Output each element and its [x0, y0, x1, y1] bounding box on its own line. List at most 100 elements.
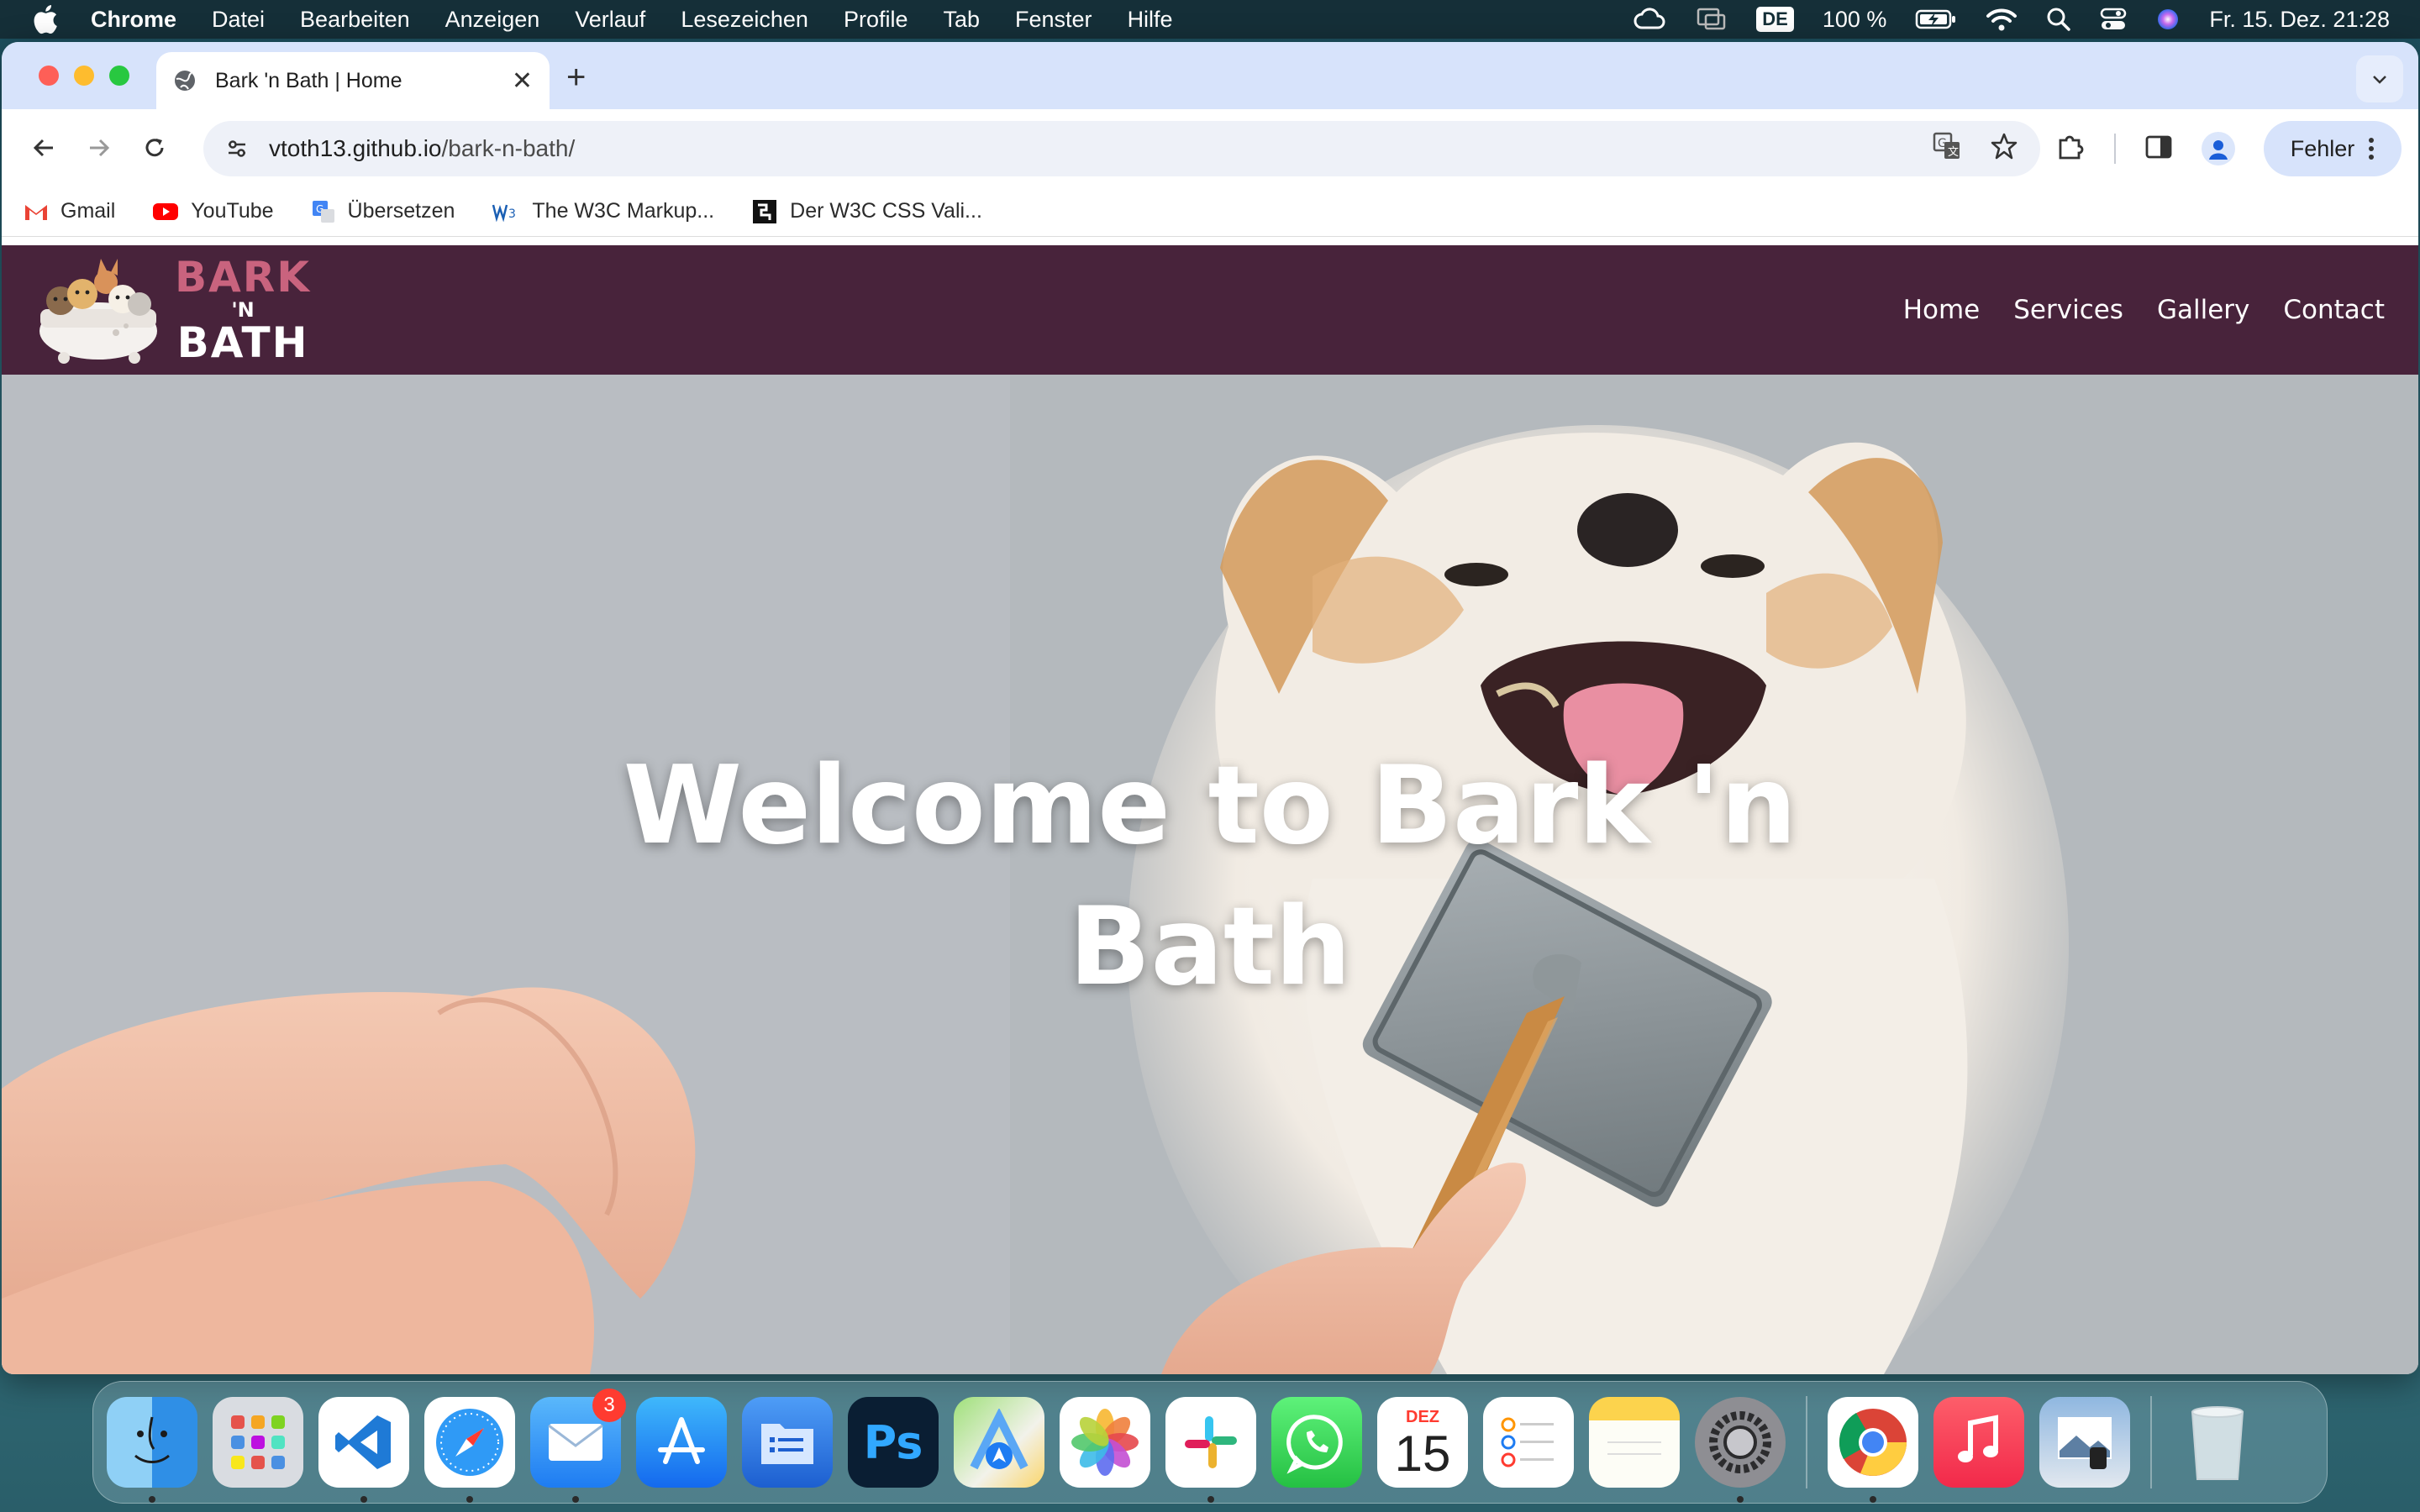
battery-icon[interactable]: [1915, 8, 1957, 30]
window-maximize-button[interactable]: [109, 66, 129, 86]
bookmark-translate[interactable]: G Übersetzen: [311, 199, 455, 224]
toolbar-divider: [2114, 134, 2116, 164]
menu-verlauf[interactable]: Verlauf: [575, 7, 645, 33]
nav-contact-link[interactable]: Contact: [2283, 295, 2385, 325]
app-store-icon[interactable]: [636, 1397, 727, 1488]
creative-cloud-icon[interactable]: [1632, 6, 1667, 33]
tab-strip: Bark 'n Bath | Home ✕ +: [2, 42, 2418, 109]
bookmark-label: Gmail: [60, 199, 116, 223]
mail-icon[interactable]: 3: [530, 1389, 626, 1503]
menu-app-name[interactable]: Chrome: [91, 7, 176, 33]
active-tab[interactable]: Bark 'n Bath | Home ✕: [156, 52, 550, 109]
running-indicator: [1207, 1496, 1214, 1503]
music-icon[interactable]: [1933, 1397, 2024, 1488]
menu-datei[interactable]: Datei: [212, 7, 265, 33]
menu-anzeigen[interactable]: Anzeigen: [445, 7, 540, 33]
bookmark-w3c-css[interactable]: Der W3C CSS Vali...: [751, 198, 982, 225]
slack-icon[interactable]: [1165, 1397, 1256, 1503]
dock-separator: [2150, 1396, 2152, 1488]
wifi-icon[interactable]: [1986, 7, 2018, 32]
logo-bath-text: BATH: [176, 318, 309, 367]
notes-icon[interactable]: [1589, 1397, 1680, 1488]
web-page: BARK 'N BATH Home Services Gallery Conta…: [2, 245, 2418, 1374]
menu-lesezeichen[interactable]: Lesezeichen: [681, 7, 808, 33]
input-source-badge[interactable]: DE: [1756, 7, 1794, 32]
whatsapp-icon[interactable]: [1271, 1397, 1362, 1488]
dock-separator: [1806, 1396, 1807, 1488]
window-close-button[interactable]: [39, 66, 59, 86]
safari-icon[interactable]: [424, 1397, 515, 1503]
chevron-down-icon: [2373, 76, 2386, 84]
google-translate-icon: G: [312, 200, 334, 223]
maps-icon[interactable]: [954, 1397, 1044, 1488]
menu-bar: Chrome Datei Bearbeiten Anzeigen Verlauf…: [0, 0, 2420, 39]
new-tab-icon[interactable]: +: [566, 60, 586, 94]
svg-text:文: 文: [1948, 146, 1959, 159]
forward-arrow-icon[interactable]: [77, 126, 121, 170]
preview-icon[interactable]: [2039, 1397, 2130, 1488]
browser-window: Bark 'n Bath | Home ✕ + vtoth13.github.i…: [2, 42, 2418, 1374]
logo-n-text: 'N: [231, 298, 255, 322]
photoshop-icon[interactable]: Ps: [848, 1397, 939, 1488]
hero-section: Welcome to Bark 'n Bath: [2, 375, 2418, 1374]
browser-toolbar: vtoth13.github.io/bark-n-bath/ G文 Fehler: [2, 109, 2418, 186]
profile-avatar-icon[interactable]: [2202, 132, 2235, 165]
bookmark-youtube[interactable]: YouTube: [152, 199, 274, 223]
address-bar[interactable]: vtoth13.github.io/bark-n-bath/ G文: [203, 121, 2040, 176]
menu-bearbeiten[interactable]: Bearbeiten: [300, 7, 410, 33]
menu-tab[interactable]: Tab: [943, 7, 980, 33]
svg-text:3: 3: [508, 207, 516, 221]
bookmark-gmail[interactable]: Gmail: [24, 199, 115, 223]
apple-icon[interactable]: [30, 3, 60, 36]
nav-gallery-link[interactable]: Gallery: [2157, 295, 2249, 325]
chrome-icon[interactable]: [1828, 1397, 1918, 1503]
reload-icon[interactable]: [133, 126, 176, 170]
menu-fenster[interactable]: Fenster: [1015, 7, 1092, 33]
profile-error-label: Fehler: [2290, 135, 2355, 161]
mail-unread-badge: 3: [592, 1389, 626, 1422]
control-center-icon[interactable]: [2100, 7, 2127, 32]
hero-title-line-1: Welcome to Bark 'n: [623, 743, 1797, 869]
profile-error-button[interactable]: Fehler: [2264, 121, 2402, 176]
site-navbar: BARK 'N BATH Home Services Gallery Conta…: [2, 245, 2418, 375]
calendar-month: DEZ: [1406, 1407, 1439, 1426]
spotlight-search-icon[interactable]: [2046, 7, 2071, 32]
system-settings-icon[interactable]: [1695, 1397, 1786, 1503]
site-info-icon[interactable]: [225, 137, 249, 160]
launchpad-icon[interactable]: [213, 1397, 303, 1488]
nav-home-link[interactable]: Home: [1903, 295, 1981, 325]
site-logo[interactable]: BARK 'N BATH: [35, 249, 311, 371]
menu-hilfe[interactable]: Hilfe: [1128, 7, 1173, 33]
bookmark-star-icon[interactable]: [1990, 132, 2018, 166]
extensions-puzzle-icon[interactable]: [2055, 132, 2086, 166]
logo-wordmark: BARK 'N BATH: [175, 256, 311, 364]
bookmark-w3c-markup[interactable]: 3 The W3C Markup...: [492, 199, 714, 223]
tab-search-button[interactable]: [2356, 55, 2403, 102]
reminders-icon[interactable]: [1483, 1397, 1574, 1488]
bookmarks-bar: Gmail YouTube G Übersetzen 3 The W3C Mar…: [2, 186, 2418, 237]
nav-services-link[interactable]: Services: [2013, 295, 2123, 325]
side-panel-icon[interactable]: [2144, 133, 2173, 165]
menubar-clock[interactable]: Fr. 15. Dez. 21:28: [2209, 7, 2390, 33]
translate-icon[interactable]: G文: [1933, 132, 1961, 166]
more-vert-icon: [2369, 138, 2375, 160]
running-indicator: [149, 1496, 155, 1503]
files-icon[interactable]: [742, 1397, 833, 1488]
trash-icon[interactable]: [2172, 1397, 2263, 1488]
calendar-day: 15: [1394, 1425, 1451, 1482]
back-arrow-icon[interactable]: [22, 126, 66, 170]
calendar-icon[interactable]: DEZ 15: [1377, 1397, 1468, 1488]
menu-profile[interactable]: Profile: [844, 7, 908, 33]
hero-title: Welcome to Bark 'n Bath: [2, 736, 2418, 1018]
photos-icon[interactable]: [1060, 1397, 1150, 1488]
vscode-icon[interactable]: [318, 1397, 409, 1503]
window-controls: [39, 66, 129, 86]
screen-mirror-icon[interactable]: [1696, 7, 1728, 32]
running-indicator: [466, 1496, 473, 1503]
siri-icon[interactable]: [2155, 7, 2181, 32]
finder-icon[interactable]: [107, 1397, 197, 1503]
window-minimize-button[interactable]: [74, 66, 94, 86]
tab-close-icon[interactable]: ✕: [512, 66, 533, 96]
bookmark-label: Der W3C CSS Vali...: [790, 199, 982, 223]
youtube-icon: [153, 202, 179, 220]
